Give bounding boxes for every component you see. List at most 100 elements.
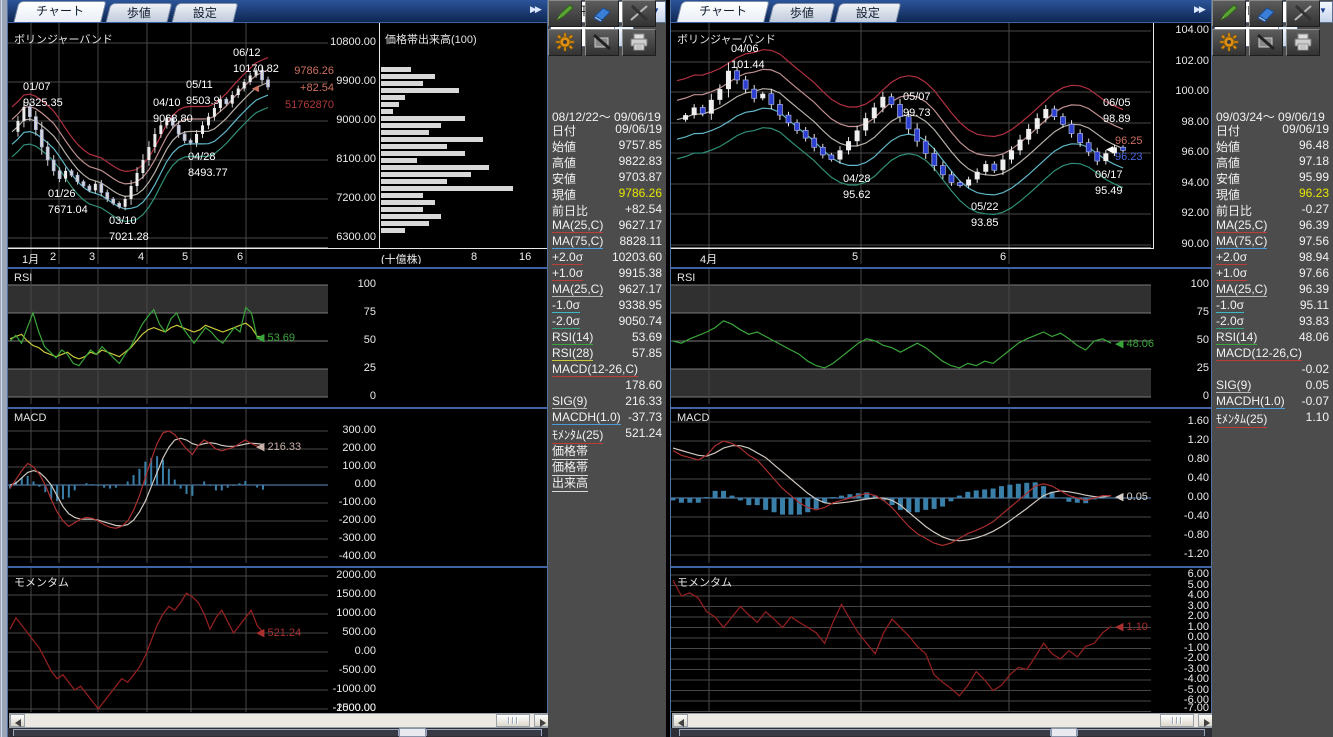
delete-line-button[interactable]	[622, 0, 656, 27]
indicator-link[interactable]: MACD(12-26,C)	[1216, 346, 1302, 361]
indicator-link[interactable]: -1.0σ	[552, 298, 580, 313]
field-label: 前日比	[552, 202, 588, 219]
background-window-box	[13, 729, 399, 736]
indicator-link[interactable]: ﾓﾒﾝﾀﾑ(25)	[1216, 410, 1267, 428]
axis-tick: 75	[1157, 306, 1209, 318]
scroll-left-button[interactable]	[10, 714, 25, 727]
volume-axis-tick: 16	[519, 251, 531, 263]
indicator-link[interactable]: -2.0σ	[1216, 314, 1244, 329]
axis-tick: 50	[1157, 334, 1209, 346]
indicator-link[interactable]: MACD(12-26,C)	[552, 362, 638, 377]
indicator-row: MA(75,C)8828.11	[548, 234, 666, 249]
print-button[interactable]	[1286, 29, 1320, 56]
expand-arrows-icon[interactable]: ▶▶	[530, 4, 540, 15]
field-value: 98.94	[1299, 250, 1329, 264]
scroll-thumb[interactable]	[1160, 714, 1194, 727]
panel-title: モメンタム	[677, 574, 732, 590]
axis-tick: 25	[326, 362, 376, 374]
indicator-row: RSI(28) 57.85	[548, 346, 666, 361]
scroll-right-button[interactable]	[534, 714, 549, 727]
eraser-button[interactable]	[1249, 0, 1283, 27]
field-value: 95.11	[1300, 298, 1329, 312]
axis-tick: 10800.00	[326, 36, 376, 48]
h-scrollbar[interactable]	[9, 713, 548, 728]
draw-pencil-button[interactable]	[1212, 0, 1246, 27]
indicator-link[interactable]: SIG(9)	[552, 394, 587, 409]
scroll-thumb[interactable]	[496, 714, 530, 727]
background-window-splitter[interactable]	[399, 728, 426, 737]
indicator-link[interactable]: MACDH(1.0)	[552, 410, 621, 425]
draw-pencil-icon	[549, 3, 581, 23]
field-value: 9786.26	[619, 186, 662, 200]
delete-drawing-button[interactable]	[1249, 29, 1283, 56]
indicator-row: MACDH(1.0)-0.07	[1212, 394, 1333, 409]
indicator-link[interactable]: -2.0σ	[552, 314, 580, 329]
x-axis-label: 5	[182, 251, 216, 263]
tab-quotes[interactable]: 歩値	[106, 3, 173, 22]
indicator-link[interactable]: RSI(14)	[552, 330, 593, 345]
axis-tick: 200.00	[326, 442, 376, 454]
tab-chart[interactable]: チャート	[676, 1, 769, 22]
delete-drawing-button[interactable]	[585, 29, 619, 56]
indicator-row: -2.0σ93.83	[1212, 314, 1333, 329]
indicator-link[interactable]: MACDH(1.0)	[1216, 394, 1285, 409]
axis-tick: 7200.00	[326, 192, 376, 204]
tab-settings[interactable]: 設定	[172, 3, 239, 22]
tab-settings[interactable]: 設定	[835, 3, 902, 22]
indicator-link[interactable]: RSI(28)	[552, 346, 593, 361]
background-window-box	[1077, 729, 1205, 736]
settings-button[interactable]	[548, 29, 582, 56]
background-window-strip	[8, 728, 549, 737]
indicator-link[interactable]: -1.0σ	[1216, 298, 1244, 313]
axis-tick: 92.00	[1157, 207, 1209, 219]
indicator-link[interactable]: MA(75,C)	[552, 234, 603, 249]
indicator-link[interactable]: +1.0σ	[1216, 266, 1247, 281]
tab-chart[interactable]: チャート	[13, 1, 106, 22]
field-value: 97.66	[1299, 266, 1329, 280]
settings-button[interactable]	[1212, 29, 1246, 56]
indicator-row: -0.02	[1212, 362, 1333, 377]
field-value: 9627.17	[619, 282, 662, 296]
left-arrow-icon	[678, 719, 684, 727]
delete-line-button[interactable]	[1286, 0, 1320, 27]
background-window-splitter[interactable]	[1051, 728, 1077, 737]
field-value: 53.69	[632, 330, 662, 344]
draw-pencil-icon	[1213, 3, 1245, 23]
indicator-link[interactable]: MA(25,C)	[1216, 218, 1267, 233]
field-value: 57.85	[632, 346, 662, 360]
field-value: 9822.83	[619, 154, 662, 168]
x-axis-label: 4月	[700, 251, 734, 264]
field-value: 97.18	[1299, 154, 1329, 168]
indicator-link[interactable]: MA(25,C)	[552, 218, 603, 233]
draw-pencil-button[interactable]	[548, 0, 582, 27]
tab-quotes[interactable]: 歩値	[769, 3, 836, 22]
sidebar-usdjpy: 米ドル・円 ▼ 日足 ▼ 09/03/24～ 09/06/19 日付09/06/…	[1212, 0, 1333, 737]
indicator-link[interactable]: RSI(14)	[1216, 330, 1257, 345]
panel-title: RSI	[14, 272, 32, 284]
axis-tick: 90.00	[1157, 238, 1209, 250]
chart-panel: 300.00200.00100.000.00-100.00-200.00-300…	[8, 407, 547, 563]
indicator-link[interactable]: +1.0σ	[552, 266, 583, 281]
axis-tick: -300.00	[326, 532, 376, 544]
indicator-row: MA(75,C)97.56	[1212, 234, 1333, 249]
indicator-row: 前日比-0.27	[1212, 202, 1333, 217]
indicator-link[interactable]: +2.0σ	[552, 250, 583, 265]
h-scrollbar[interactable]	[672, 713, 1212, 728]
expand-arrows-icon[interactable]: ▶▶	[1194, 4, 1204, 15]
indicator-link[interactable]: 出来高	[552, 474, 588, 492]
scroll-right-button[interactable]	[1198, 714, 1213, 727]
eraser-button[interactable]	[585, 0, 619, 27]
print-button[interactable]	[622, 29, 656, 56]
chart-window-nikkei: チャート 歩値 設定 ▶▶ 10800.009900.009000.008100…	[7, 0, 548, 737]
indicator-link[interactable]: MA(75,C)	[1216, 234, 1267, 249]
eraser-icon	[1250, 3, 1282, 23]
axis-tick: 0.00	[326, 645, 376, 657]
indicator-link[interactable]: MA(25,C)	[552, 282, 603, 297]
indicator-link[interactable]: MA(25,C)	[1216, 282, 1267, 297]
settings-icon	[1213, 32, 1245, 52]
indicator-link[interactable]: SIG(9)	[1216, 378, 1251, 393]
indicator-row: +1.0σ9915.38	[548, 266, 666, 281]
scroll-left-button[interactable]	[673, 714, 688, 727]
indicator-link[interactable]: +2.0σ	[1216, 250, 1247, 265]
axis-tick: -1.20	[1157, 548, 1209, 560]
